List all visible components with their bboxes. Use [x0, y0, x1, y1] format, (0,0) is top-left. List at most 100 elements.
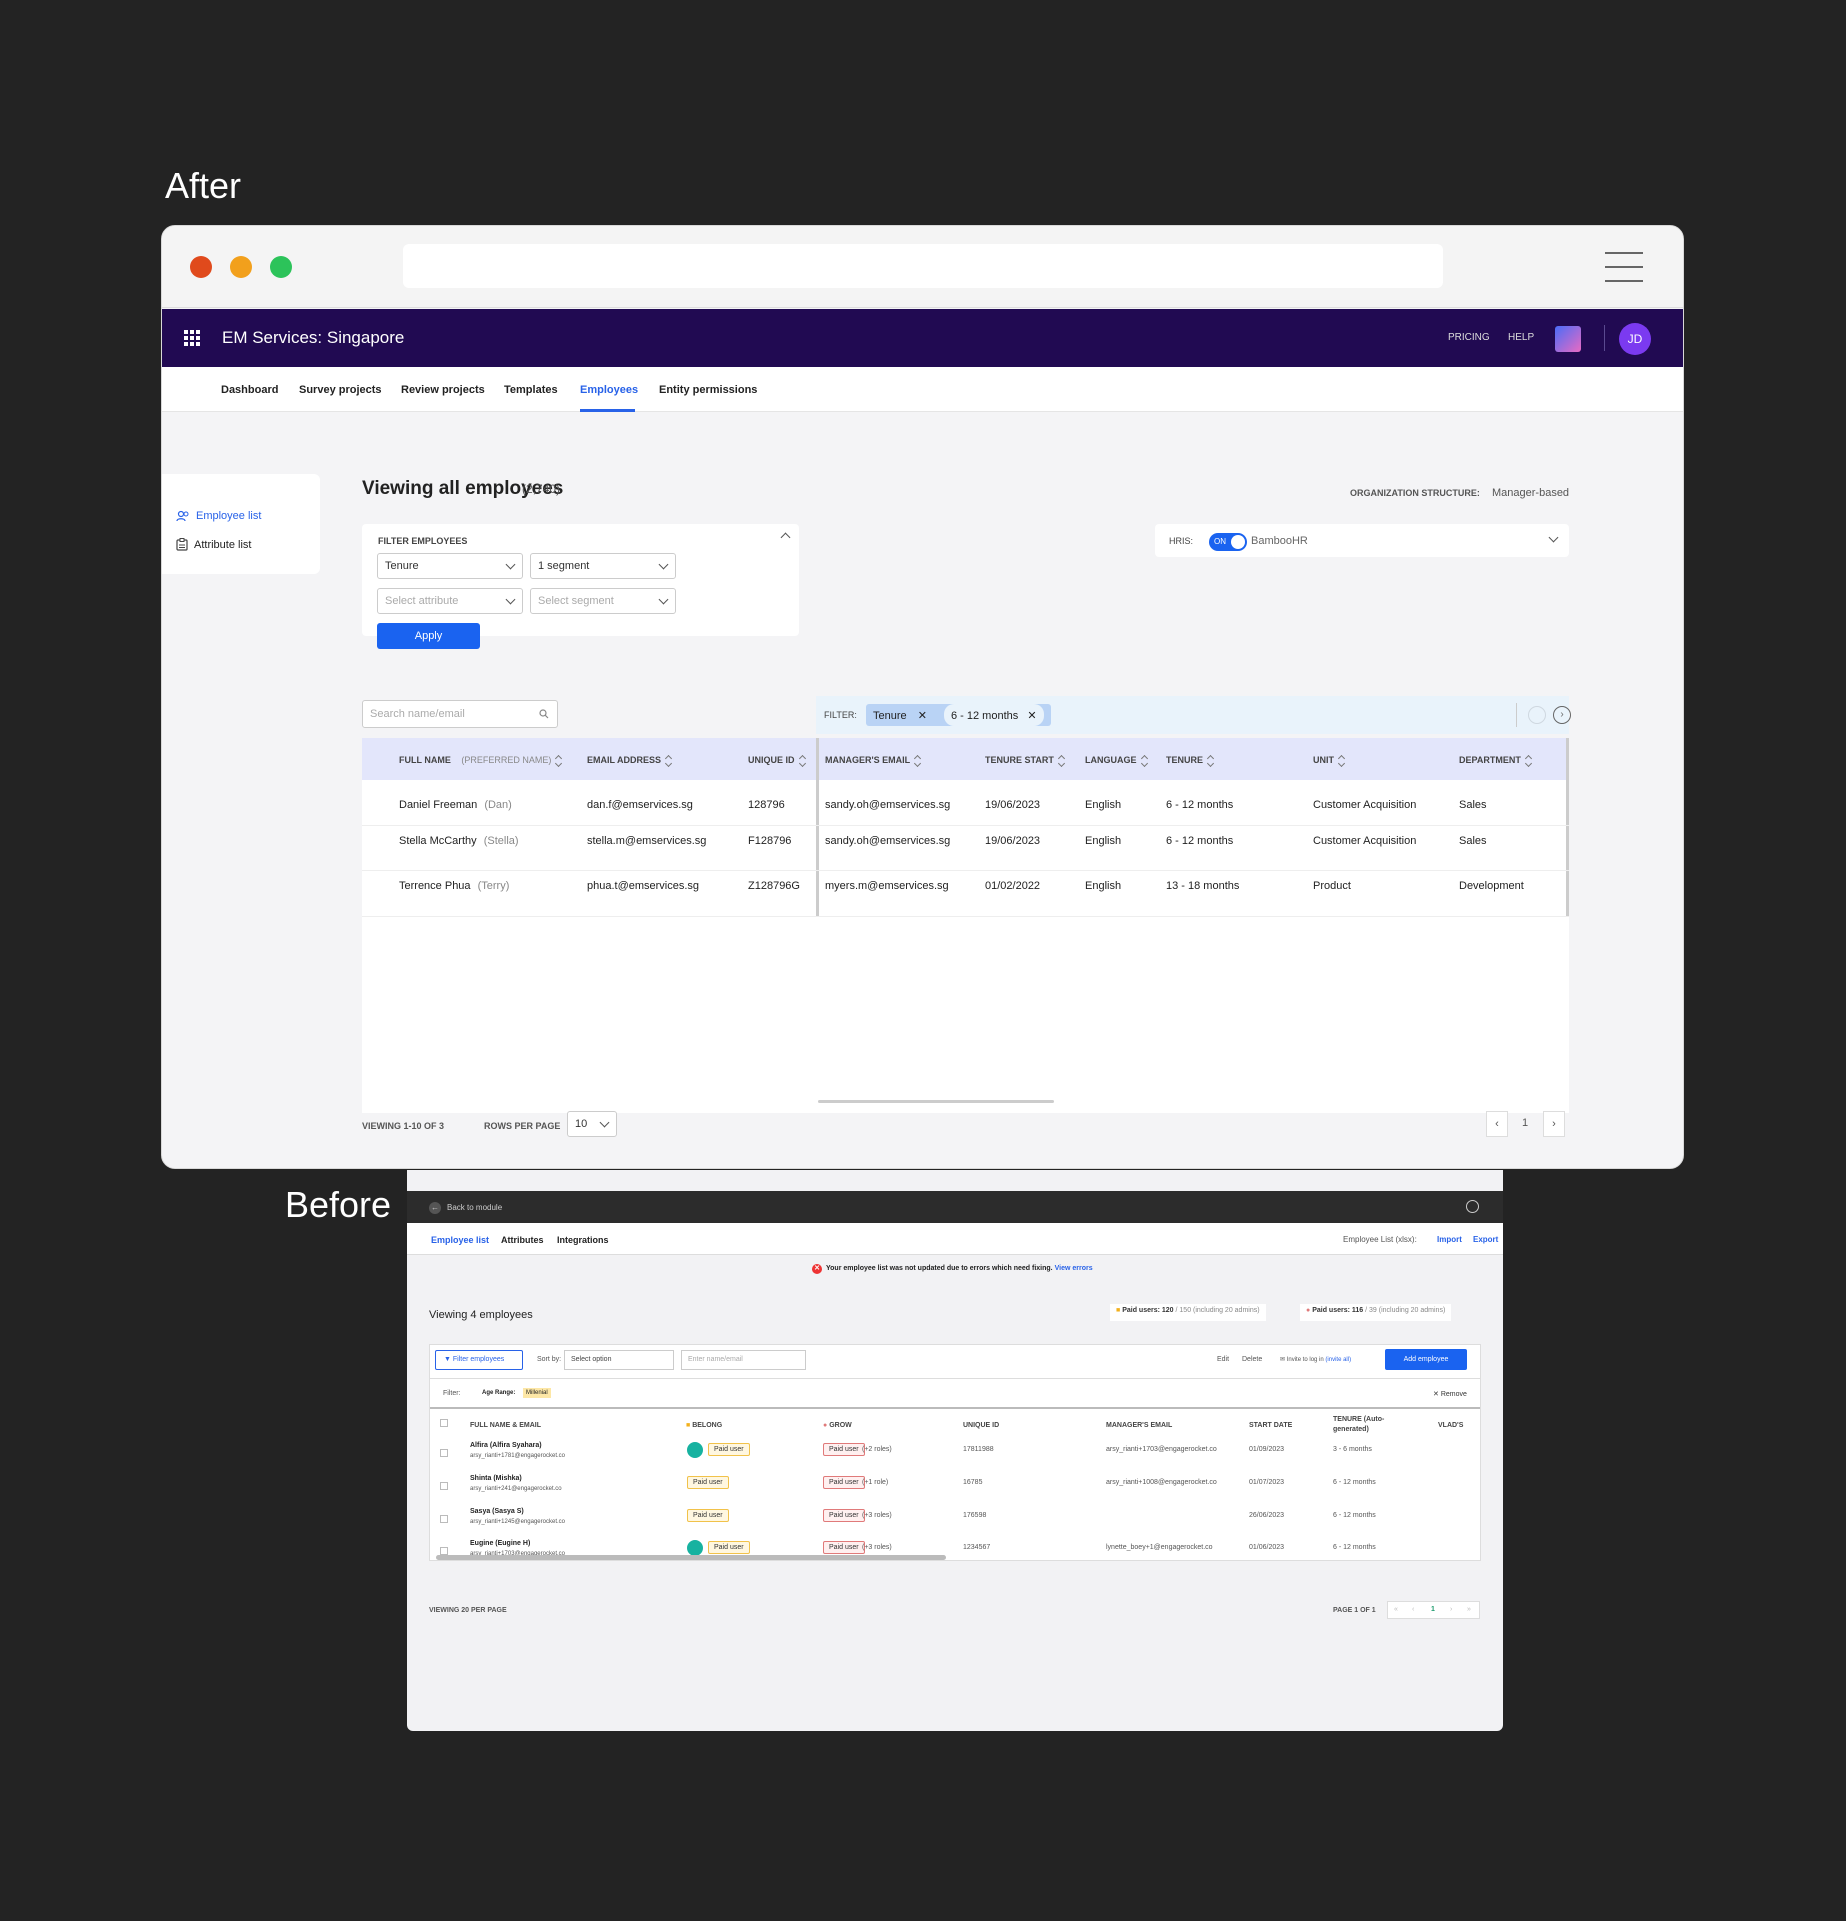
maximize-dot[interactable] — [270, 256, 292, 278]
scroll-right-icon[interactable]: › — [1553, 706, 1571, 724]
col-manager-email[interactable]: MANAGER'S EMAIL — [825, 755, 921, 766]
before-window: ← Back to module Employee list Attribute… — [407, 1170, 1503, 1731]
collapse-icon[interactable] — [780, 532, 791, 543]
col-language[interactable]: LANGUAGE — [1085, 755, 1148, 766]
cell-unit: Product — [1313, 880, 1351, 892]
toggle-state: ON — [1214, 537, 1226, 546]
before-current-page[interactable]: 1 — [1431, 1606, 1435, 1613]
col-unique-id[interactable]: UNIQUE ID — [748, 755, 806, 766]
remove-chip-icon[interactable]: ✕ — [918, 710, 927, 722]
sort-icon — [666, 756, 672, 766]
segment-select-1[interactable]: 1 segment — [530, 553, 676, 579]
tab-employee-list[interactable]: Employee list — [431, 1235, 489, 1245]
pricing-link[interactable]: PRICING — [1448, 332, 1490, 343]
help-link[interactable]: HELP — [1508, 332, 1534, 343]
col-full-name[interactable]: FULL NAME (PREFERRED NAME) — [399, 755, 562, 766]
sidebar-item-employee-list[interactable]: Employee list — [176, 510, 261, 522]
cell-department: Sales — [1459, 835, 1487, 847]
cell-id: Z128796G — [748, 880, 800, 892]
next-page-button[interactable]: › — [1543, 1111, 1565, 1137]
invite-link[interactable]: ✉ Invite to log in (invite all) — [1280, 1356, 1351, 1363]
export-link[interactable]: Export — [1473, 1235, 1498, 1244]
next-page-icon[interactable]: › — [1450, 1606, 1452, 1613]
rows-per-page-label: ROWS PER PAGE — [484, 1121, 561, 1131]
before-filter-label: Filter: — [443, 1390, 461, 1397]
tab-review-projects[interactable]: Review projects — [401, 384, 485, 396]
col-full-name-email[interactable]: FULL NAME & EMAIL — [470, 1422, 541, 1429]
hris-toggle[interactable]: ON — [1209, 533, 1247, 551]
avatar[interactable]: JD — [1619, 323, 1651, 355]
col-vlads[interactable]: VLAD'S — [1438, 1422, 1463, 1429]
tab-templates[interactable]: Templates — [504, 384, 558, 396]
filter-employees-button[interactable]: ▼ Filter employees — [435, 1350, 523, 1370]
add-employee-button[interactable]: Add employee — [1385, 1349, 1467, 1370]
attribute-select-2[interactable]: Select attribute — [377, 588, 523, 614]
last-page-icon[interactable]: » — [1467, 1606, 1471, 1613]
col-department[interactable]: DEPARTMENT — [1459, 755, 1532, 766]
error-text: Your employee list was not updated due t… — [826, 1265, 1053, 1272]
col-unique-id[interactable]: UNIQUE ID — [963, 1422, 999, 1429]
col-grow[interactable]: ● GROW — [823, 1422, 852, 1429]
chevron-down-icon — [658, 594, 669, 605]
chevron-down-icon[interactable] — [1548, 532, 1559, 543]
cell-manager: sandy.oh@emservices.sg — [825, 799, 951, 811]
col-unit[interactable]: UNIT — [1313, 755, 1345, 766]
sidebar-item-attribute-list[interactable]: Attribute list — [176, 538, 251, 551]
select-all-checkbox[interactable] — [440, 1419, 448, 1427]
sort-select[interactable]: Select option — [564, 1350, 674, 1370]
error-banner: ✕ Your employee list was not updated due … — [812, 1264, 1093, 1274]
scroll-left-icon[interactable] — [1528, 706, 1546, 724]
cell-tenure: 6 - 12 months — [1166, 835, 1234, 847]
col-manager-email[interactable]: MANAGER'S EMAIL — [1106, 1422, 1172, 1429]
tab-entity-permissions[interactable]: Entity permissions — [659, 384, 757, 396]
col-tenure[interactable]: TENURE — [1166, 755, 1214, 766]
tab-survey-projects[interactable]: Survey projects — [299, 384, 382, 396]
before-search-input[interactable]: Enter name/email — [681, 1350, 806, 1370]
tab-employees[interactable]: Employees — [580, 384, 638, 396]
prev-page-icon[interactable]: ‹ — [1412, 1606, 1414, 1613]
col-belong[interactable]: ■ BELONG — [686, 1422, 722, 1429]
first-page-icon[interactable]: « — [1394, 1606, 1398, 1613]
col-tenure[interactable]: TENURE (Auto-generated) — [1333, 1415, 1393, 1435]
before-page-title: Viewing 4 employees — [429, 1309, 533, 1321]
search-input[interactable]: Search name/email — [362, 700, 558, 728]
chip-label: 6 - 12 months — [951, 710, 1019, 722]
horizontal-scrollbar[interactable] — [818, 1100, 1054, 1103]
tab-integrations[interactable]: Integrations — [557, 1235, 609, 1245]
avatar-icon — [687, 1540, 703, 1556]
user-icon[interactable] — [1466, 1200, 1479, 1213]
remove-filter-link[interactable]: ✕ Remove — [1433, 1390, 1467, 1398]
active-filter-bar: FILTER: Tenure ✕ 6 - 12 months ✕ › — [816, 696, 1571, 734]
prev-page-button[interactable]: ‹ — [1486, 1111, 1508, 1137]
cell-department: Development — [1459, 880, 1524, 892]
attribute-select-1[interactable]: Tenure — [377, 553, 523, 579]
view-errors-link[interactable]: View errors — [1055, 1265, 1093, 1272]
col-email[interactable]: EMAIL ADDRESS — [587, 755, 672, 766]
before-tabs: Employee list Attributes Integrations Em… — [407, 1223, 1503, 1255]
menu-icon[interactable] — [1605, 252, 1643, 282]
rows-per-page-select[interactable]: 10 — [567, 1111, 617, 1137]
url-bar[interactable] — [403, 244, 1443, 288]
search-icon — [539, 709, 549, 719]
minimize-dot[interactable] — [230, 256, 252, 278]
before-scrollbar[interactable] — [436, 1555, 946, 1560]
col-start-date[interactable]: START DATE — [1249, 1422, 1292, 1429]
row-divider — [362, 916, 1569, 917]
sidebar-item-label: Attribute list — [194, 538, 252, 551]
back-arrow-icon[interactable]: ← — [429, 1202, 441, 1214]
col-tenure-start[interactable]: TENURE START — [985, 755, 1065, 766]
apply-button[interactable]: Apply — [377, 623, 480, 649]
apps-grid-icon[interactable] — [184, 330, 200, 346]
remove-chip-icon[interactable]: ✕ — [1027, 710, 1036, 722]
edit-link[interactable]: Edit — [1217, 1356, 1229, 1363]
before-table-card: ▼ Filter employees Sort by: Select optio… — [429, 1344, 1481, 1561]
tab-attributes[interactable]: Attributes — [501, 1235, 544, 1245]
import-link[interactable]: Import — [1437, 1235, 1462, 1244]
cell-tenure: 13 - 18 months — [1166, 880, 1240, 892]
back-to-module-link[interactable]: Back to module — [447, 1203, 502, 1212]
close-dot[interactable] — [190, 256, 212, 278]
chevron-down-icon — [505, 594, 516, 605]
segment-select-2[interactable]: Select segment — [530, 588, 676, 614]
tab-dashboard[interactable]: Dashboard — [221, 384, 278, 396]
delete-link[interactable]: Delete — [1242, 1356, 1262, 1363]
